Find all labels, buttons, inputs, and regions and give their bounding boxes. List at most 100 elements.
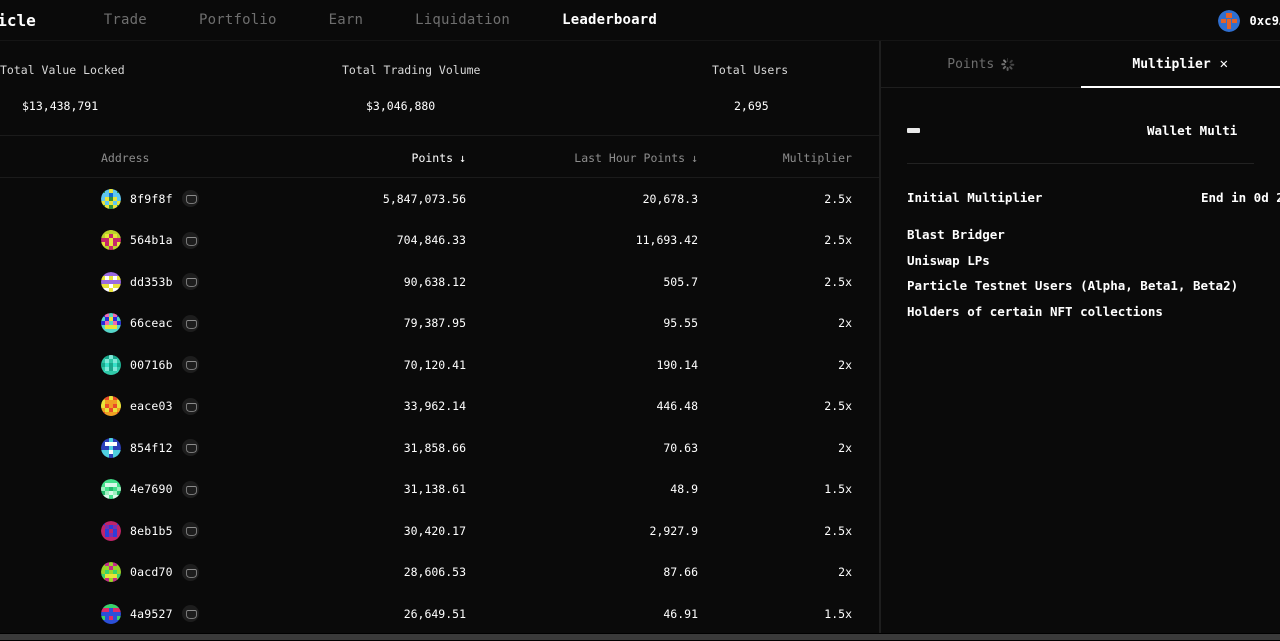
user-avatar-icon: [101, 604, 121, 624]
tab-points-label: Points: [947, 57, 994, 72]
copy-address-icon[interactable]: [182, 232, 199, 249]
row-points-cell: 33,962.14: [230, 399, 470, 413]
row-address-text: 4a9527: [130, 607, 173, 621]
brand-logo[interactable]: rticle: [0, 11, 36, 30]
table-row[interactable]: 66ceac79,387.9595.552x: [0, 303, 880, 345]
initial-multiplier-label: Initial Multiplier: [907, 190, 1042, 205]
table-row[interactable]: 854f1231,858.6670.632x: [0, 427, 880, 469]
row-address-text: dd353b: [130, 275, 173, 289]
stat-value: $3,046,880: [342, 99, 480, 113]
nav-link-trade[interactable]: Trade: [78, 12, 173, 28]
row-multiplier-cell: 2.5x: [700, 233, 880, 247]
sort-desc-arrow-icon[interactable]: ↓: [691, 151, 698, 165]
row-last-hour-points-cell: 2,927.9: [470, 524, 700, 538]
end-in-countdown: End in 0d 21h 5: [1201, 190, 1280, 205]
table-row[interactable]: 8eb1b530,420.172,927.92.5x: [0, 510, 880, 552]
horizontal-scrollbar[interactable]: [0, 633, 1280, 641]
row-multiplier-cell: 2.5x: [700, 192, 880, 206]
initial-multiplier-header: Initial Multiplier End in 0d 21h 5: [881, 164, 1280, 222]
row-multiplier-cell: 1.5x: [700, 482, 880, 496]
row-last-hour-points-cell: 46.91: [470, 607, 700, 621]
table-row[interactable]: dd353b90,638.12505.72.5x: [0, 261, 880, 303]
row-address-cell: 564b1a: [0, 230, 230, 250]
row-address-text: 66ceac: [130, 316, 173, 330]
leaderboard-table-header: Address Points ↓ Last Hour Points ↓ Multip…: [0, 136, 880, 178]
row-last-hour-points-cell: 190.14: [470, 358, 700, 372]
copy-address-icon[interactable]: [182, 273, 199, 290]
table-row[interactable]: 4e769031,138.6148.91.5x: [0, 469, 880, 511]
row-points-cell: 90,638.12: [230, 275, 470, 289]
copy-address-icon[interactable]: [182, 315, 199, 332]
close-x-icon[interactable]: ✕: [1220, 56, 1228, 72]
wallet-avatar-icon: [1218, 10, 1240, 32]
row-address-cell: dd353b: [0, 272, 230, 292]
wallet-button[interactable]: 0xc9…D: [1218, 0, 1280, 41]
wallet-address: 0xc9…D: [1249, 14, 1280, 28]
nav-link-liquidation[interactable]: Liquidation: [389, 12, 536, 28]
tab-points[interactable]: Points: [881, 41, 1081, 87]
user-avatar-icon: [101, 189, 121, 209]
row-address-text: 0acd70: [130, 565, 173, 579]
row-address-cell: 4e7690: [0, 479, 230, 499]
nav-link-portfolio[interactable]: Portfolio: [173, 12, 303, 28]
row-address-text: 8f9f8f: [130, 192, 173, 206]
list-item: Uniswap LPs: [907, 248, 1280, 274]
row-last-hour-points-cell: 95.55: [470, 316, 700, 330]
row-last-hour-points-cell: 505.7: [470, 275, 700, 289]
tab-multiplier[interactable]: Multiplier ✕: [1081, 41, 1280, 87]
leaderboard-table-body: 8f9f8f5,847,073.5620,678.32.5x564b1a704,…: [0, 178, 880, 633]
wallet-multiplier-value: [907, 128, 920, 133]
row-address-text: 00716b: [130, 358, 173, 372]
row-address-cell: 854f12: [0, 438, 230, 458]
table-row[interactable]: 4a952726,649.5146.911.5x: [0, 593, 880, 633]
sort-desc-arrow-icon[interactable]: ↓: [459, 151, 466, 165]
user-avatar-icon: [101, 396, 121, 416]
row-last-hour-points-cell: 48.9: [470, 482, 700, 496]
multiplier-criteria-list: Blast BridgerUniswap LPsParticle Testnet…: [881, 222, 1280, 324]
row-points-cell: 28,606.53: [230, 565, 470, 579]
row-multiplier-cell: 1.5x: [700, 607, 880, 621]
copy-address-icon[interactable]: [182, 356, 199, 373]
row-multiplier-cell: 2x: [700, 441, 880, 455]
nav-links: Trade Portfolio Earn Liquidation Leaderb…: [78, 12, 683, 28]
copy-address-icon[interactable]: [182, 522, 199, 539]
table-row[interactable]: 8f9f8f5,847,073.5620,678.32.5x: [0, 178, 880, 220]
row-points-cell: 5,847,073.56: [230, 192, 470, 206]
stat-value: $13,438,791: [0, 99, 125, 113]
copy-address-icon[interactable]: [182, 564, 199, 581]
column-header-multiplier[interactable]: Multiplier: [700, 147, 880, 166]
copy-address-icon[interactable]: [182, 481, 199, 498]
row-address-text: 4e7690: [130, 482, 173, 496]
table-row[interactable]: 00716b70,120.41190.142x: [0, 344, 880, 386]
row-multiplier-cell: 2x: [700, 565, 880, 579]
copy-address-icon[interactable]: [182, 398, 199, 415]
row-address-cell: eace03: [0, 396, 230, 416]
column-label: Last Hour Points: [574, 151, 685, 165]
leaderboard-main: Total Value Locked $13,438,791 Total Tra…: [0, 41, 880, 633]
nav-link-earn[interactable]: Earn: [303, 12, 390, 28]
table-row[interactable]: 564b1a704,846.3311,693.422.5x: [0, 220, 880, 262]
row-address-cell: 4a9527: [0, 604, 230, 624]
stat-total-trading-volume: Total Trading Volume $3,046,880: [342, 41, 480, 113]
stat-total-users: Total Users 2,695: [712, 41, 788, 113]
stat-label: Total Value Locked: [0, 63, 125, 77]
row-address-text: 564b1a: [130, 233, 173, 247]
column-label: Points: [412, 151, 454, 165]
side-panel: Points Multiplier ✕ Wallet Multi Initial…: [880, 41, 1280, 633]
column-header-address[interactable]: Address: [0, 147, 230, 166]
copy-address-icon[interactable]: [182, 605, 199, 622]
table-row[interactable]: eace0333,962.14446.482.5x: [0, 386, 880, 428]
column-header-last-hour-points[interactable]: Last Hour Points ↓: [470, 147, 700, 166]
table-row[interactable]: 0acd70 28,606.5387.662x: [0, 552, 880, 594]
row-last-hour-points-cell: 87.66: [470, 565, 700, 579]
row-multiplier-cell: 2.5x: [700, 399, 880, 413]
copy-address-icon[interactable]: [182, 190, 199, 207]
scrollbar-track[interactable]: [0, 634, 1280, 640]
column-header-points[interactable]: Points ↓: [230, 147, 470, 166]
nav-link-leaderboard[interactable]: Leaderboard: [536, 12, 683, 28]
wallet-multiplier-section: Wallet Multi: [881, 88, 1280, 163]
list-item: Blast Bridger: [907, 222, 1280, 248]
copy-address-icon[interactable]: [182, 439, 199, 456]
column-label: Address: [101, 151, 149, 165]
stat-total-value-locked: Total Value Locked $13,438,791: [0, 41, 125, 113]
